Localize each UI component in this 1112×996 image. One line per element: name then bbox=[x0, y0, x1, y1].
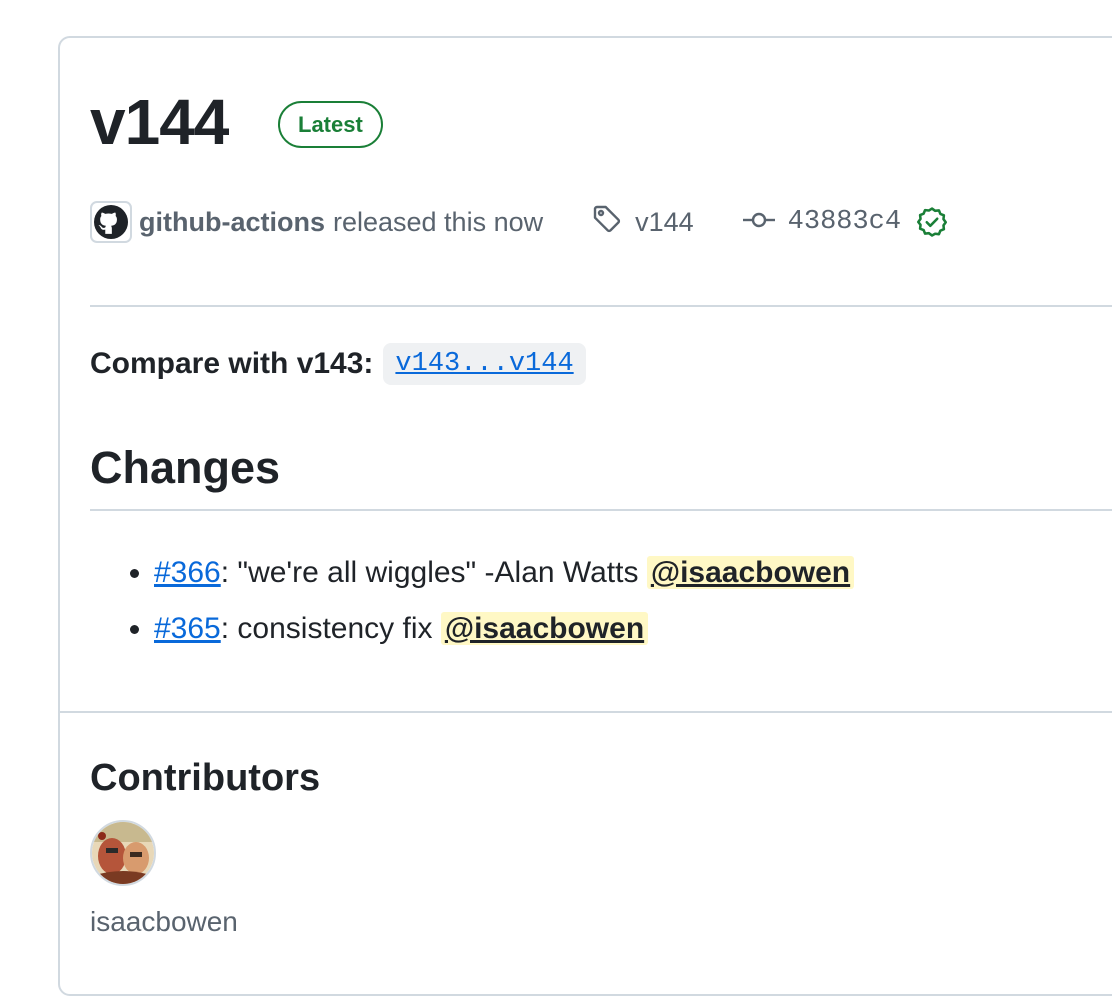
meta-divider bbox=[90, 305, 1112, 307]
tag-link[interactable]: v144 bbox=[591, 203, 694, 242]
changes-list: #366: "we're all wiggles" -Alan Watts @i… bbox=[128, 545, 855, 657]
tag-label: v144 bbox=[635, 206, 694, 237]
contributors-divider bbox=[60, 711, 1112, 713]
verified-check-icon[interactable] bbox=[915, 205, 949, 239]
git-commit-icon bbox=[742, 207, 776, 238]
user-mention[interactable]: @isaacbowen bbox=[646, 556, 855, 589]
github-octocat-icon[interactable] bbox=[90, 201, 132, 243]
latest-badge: Latest bbox=[278, 101, 383, 148]
pr-link[interactable]: #365 bbox=[154, 612, 221, 645]
commit-link[interactable]: 43883c4 bbox=[742, 205, 949, 239]
compare-label: Compare with v143: bbox=[90, 347, 374, 380]
author-link[interactable]: github-actions bbox=[139, 207, 325, 238]
list-item: #366: "we're all wiggles" -Alan Watts @i… bbox=[154, 545, 855, 601]
release-meta: github-actions released this now v144 43… bbox=[90, 200, 949, 244]
commit-sha: 43883c4 bbox=[787, 207, 902, 237]
compare-row: Compare with v143: v143...v144 bbox=[90, 342, 586, 386]
pr-link[interactable]: #366 bbox=[154, 556, 221, 589]
avatar[interactable] bbox=[90, 820, 156, 886]
list-item: #365: consistency fix @isaacbowen bbox=[154, 601, 854, 657]
release-title[interactable]: v144 bbox=[90, 84, 229, 160]
changes-heading: Changes bbox=[90, 442, 281, 493]
user-mention[interactable]: @isaacbowen bbox=[440, 612, 649, 645]
change-text: : "we're all wiggles" -Alan Watts bbox=[220, 556, 647, 589]
tag-icon bbox=[591, 203, 623, 242]
released-text: released this now bbox=[332, 206, 544, 237]
compare-link[interactable]: v143...v144 bbox=[395, 349, 573, 379]
contributors-heading: Contributors bbox=[90, 757, 321, 799]
compare-code: v143...v144 bbox=[383, 343, 586, 385]
change-text: : consistency fix bbox=[220, 612, 441, 645]
release-card bbox=[58, 36, 1112, 996]
contributor-name[interactable]: isaacbowen bbox=[90, 906, 238, 938]
changes-divider bbox=[90, 509, 1112, 511]
